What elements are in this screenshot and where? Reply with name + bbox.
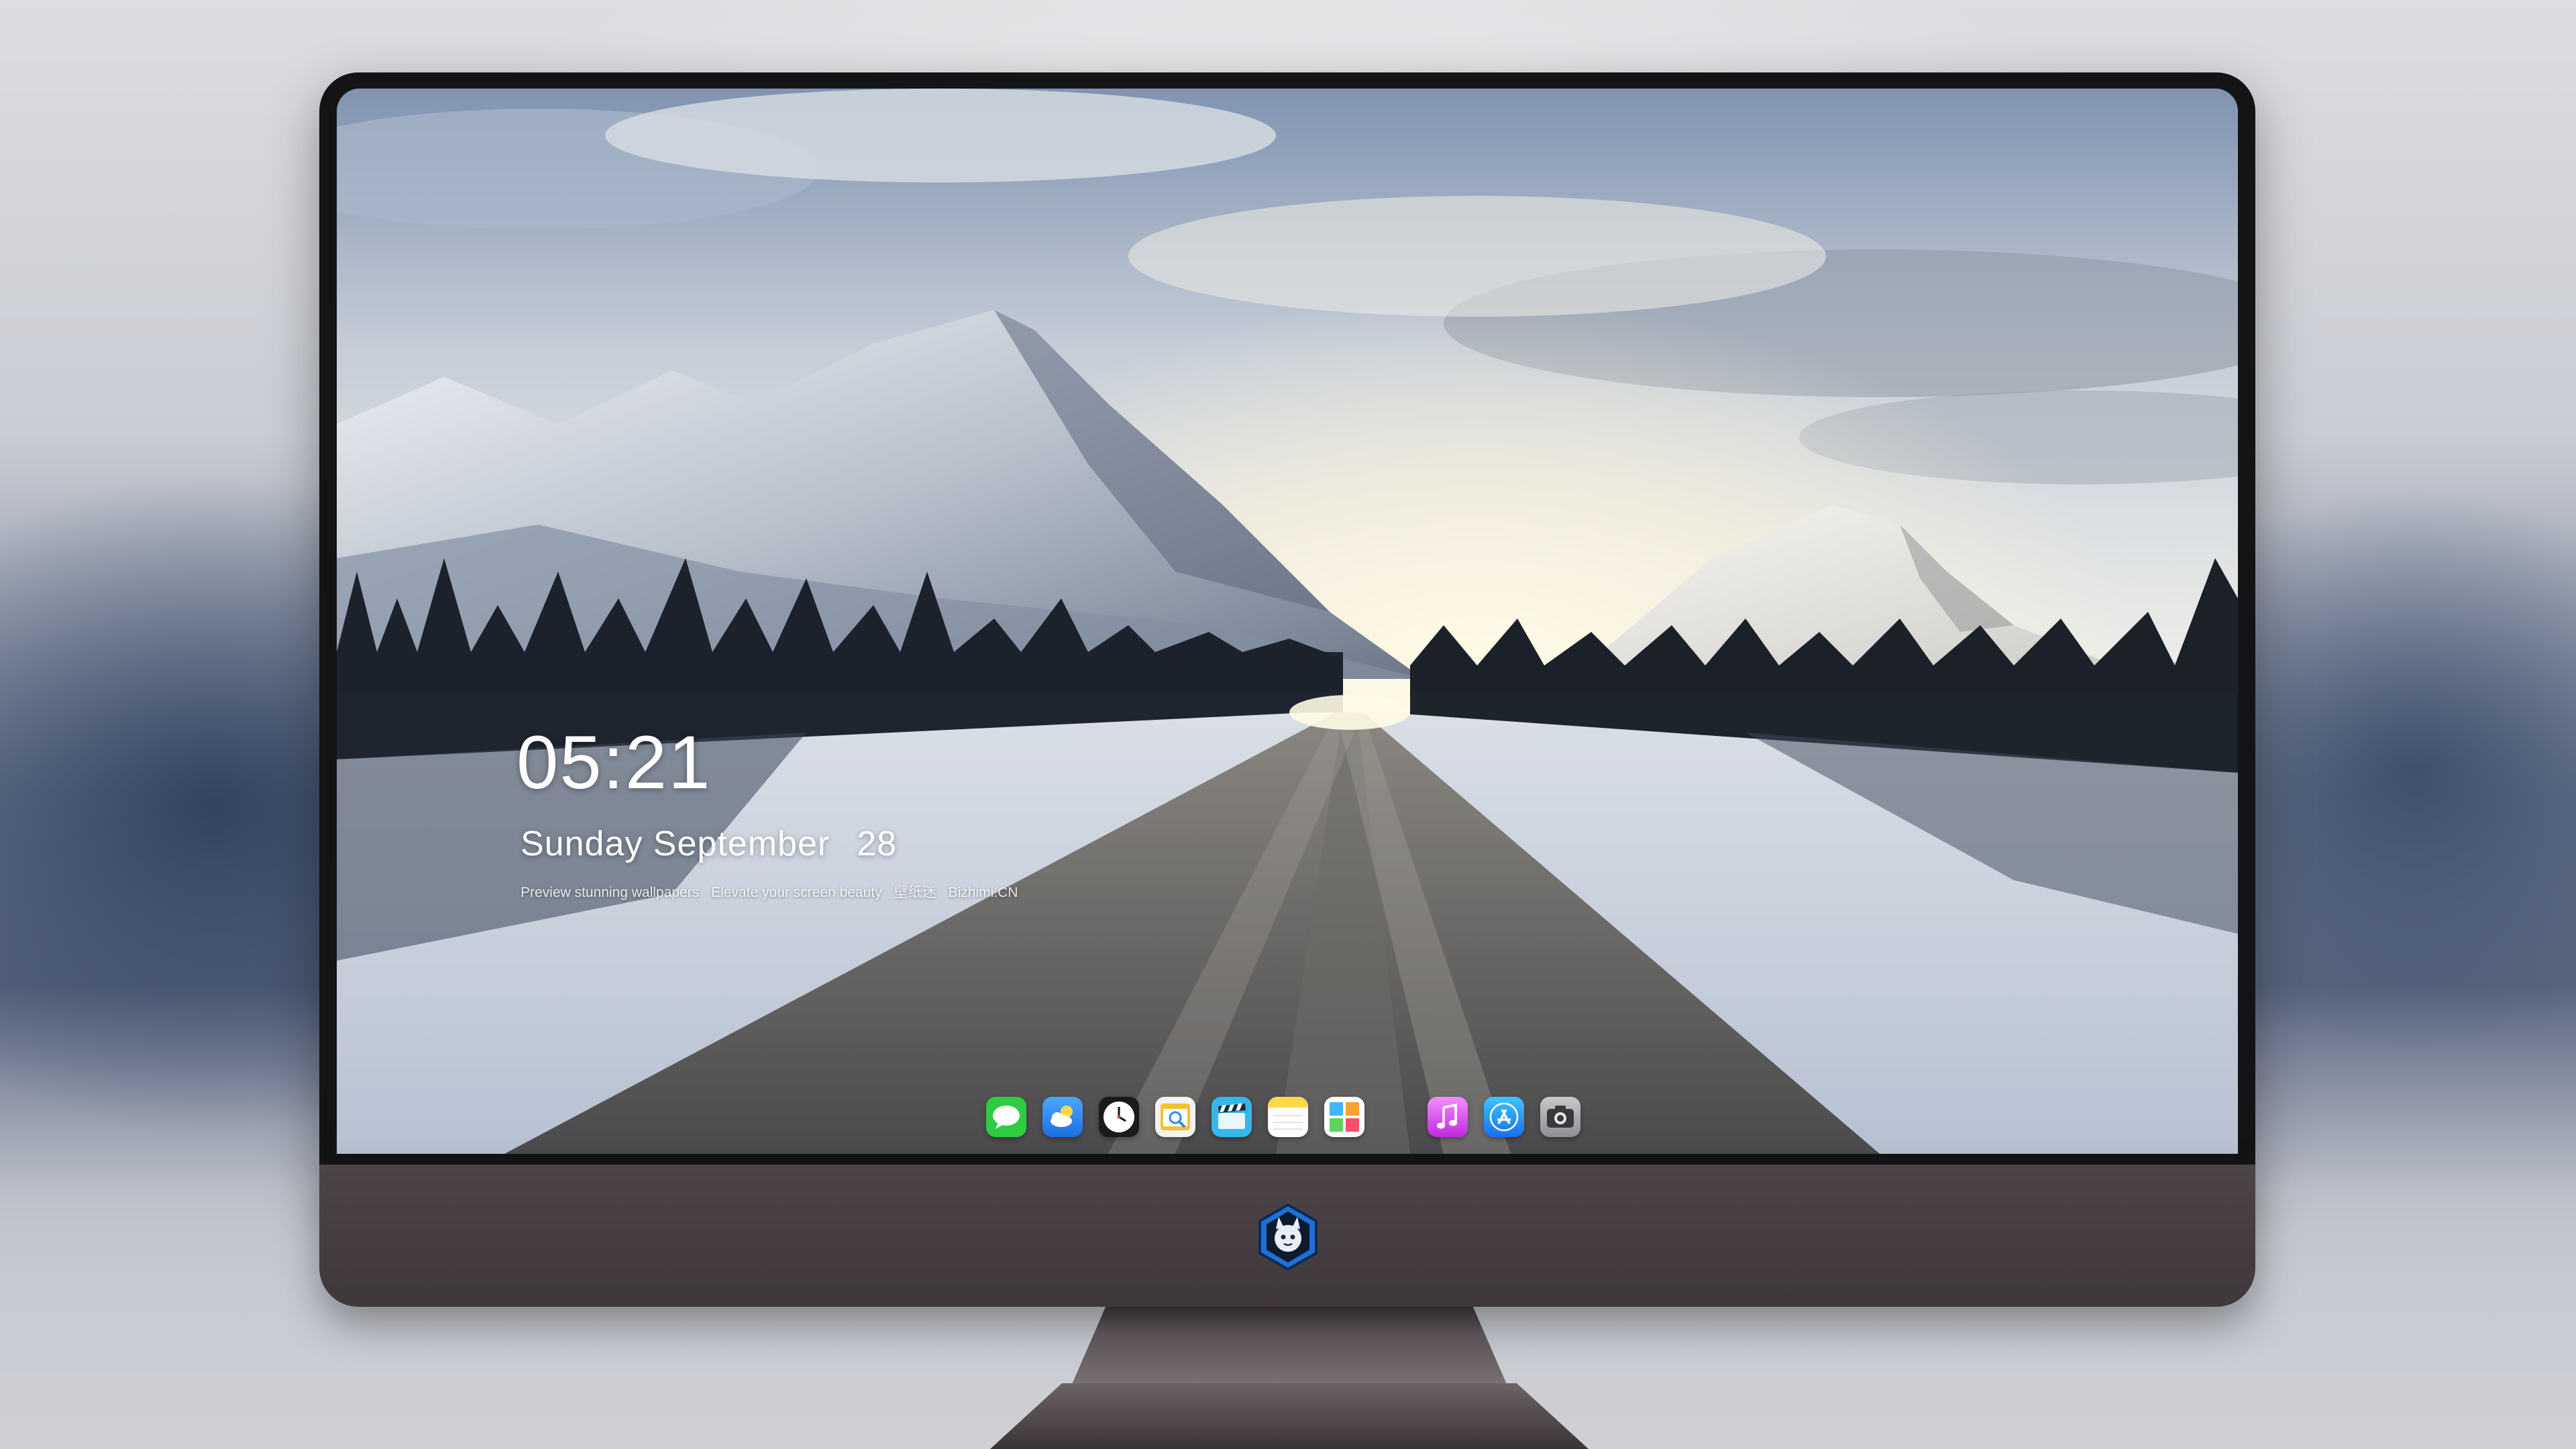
caption-part: Bizhimi.CN [948,885,1018,900]
lock-screen-time: 05:21 [517,720,712,804]
preview-icon[interactable] [1155,1097,1195,1137]
photos-icon[interactable] [1324,1097,1364,1137]
lock-screen-caption: Preview stunning wallpapers Elevate your … [521,881,1030,902]
clock-icon[interactable] [1099,1097,1139,1137]
caption-part: 壁纸迷 [894,885,936,900]
monitor-screen: 05:21 Sunday September 28 Preview stunnin… [337,89,2238,1154]
itunes-icon[interactable] [1428,1097,1468,1137]
weather-icon[interactable] [1042,1097,1083,1137]
camera-icon[interactable] [1540,1097,1580,1137]
lock-screen-day: 28 [857,824,898,863]
lock-screen-date: Sunday September 28 [521,824,897,864]
dock [986,1091,1597,1142]
monitor-stand-neck [1071,1307,1508,1387]
caption-part: Elevate your screen beauty [711,885,882,900]
wallpaper-mountain-road [337,89,2238,1154]
caption-part: Preview stunning wallpapers [521,885,700,900]
app-store-icon[interactable] [1484,1097,1524,1137]
notes-icon[interactable] [1268,1097,1308,1137]
lock-screen-weekday-month: Sunday September [521,824,830,863]
messages-icon[interactable] [986,1097,1026,1137]
mascot-logo-icon [1258,1203,1318,1271]
monitor-stand-foot [990,1383,1589,1449]
clapper-icon[interactable] [1212,1097,1252,1137]
dock-spacer [1381,1114,1428,1120]
